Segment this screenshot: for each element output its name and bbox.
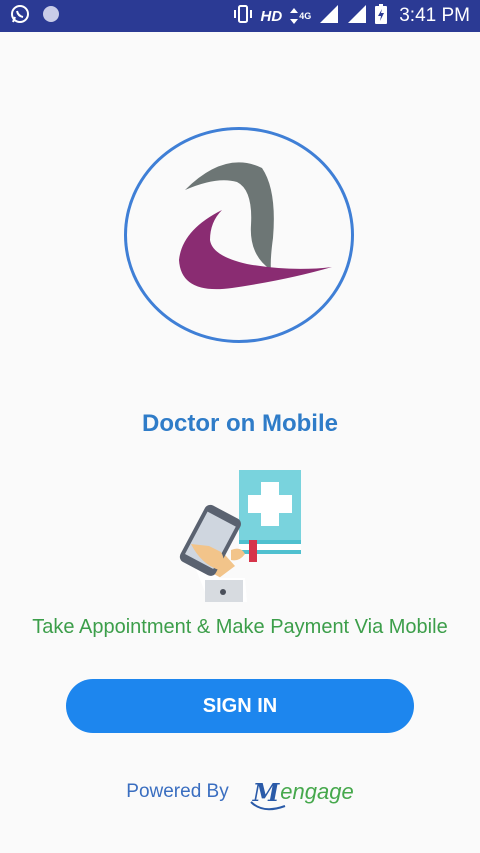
signal-icon <box>319 4 339 29</box>
vibrate-icon <box>233 4 253 29</box>
network-gen-label: 4G <box>299 10 312 21</box>
footer: Powered By M engage <box>0 770 480 814</box>
status-bar: HD 4G 3:41 PM <box>0 0 480 32</box>
sign-in-button[interactable]: SIGN IN <box>66 679 414 733</box>
doctor-on-phone-icon <box>175 466 305 602</box>
status-time: 3:41 PM <box>399 5 470 26</box>
data-arrows-icon: 4G <box>290 8 311 24</box>
brand-name: engage <box>280 779 354 804</box>
notification-dot-icon <box>42 5 60 28</box>
app-logo <box>124 127 354 343</box>
powered-by-label: Powered By <box>126 781 229 802</box>
brand-swoosh-icon <box>250 800 286 810</box>
battery-charging-icon <box>375 3 388 29</box>
app-tagline: Take Appointment & Make Payment Via Mobi… <box>32 616 448 638</box>
signal-icon <box>347 4 367 29</box>
app-title: Doctor on Mobile <box>142 410 338 437</box>
brand-logo: M engage <box>250 778 354 810</box>
network-type-label: HD <box>260 7 283 25</box>
whatsapp-icon <box>10 4 30 29</box>
